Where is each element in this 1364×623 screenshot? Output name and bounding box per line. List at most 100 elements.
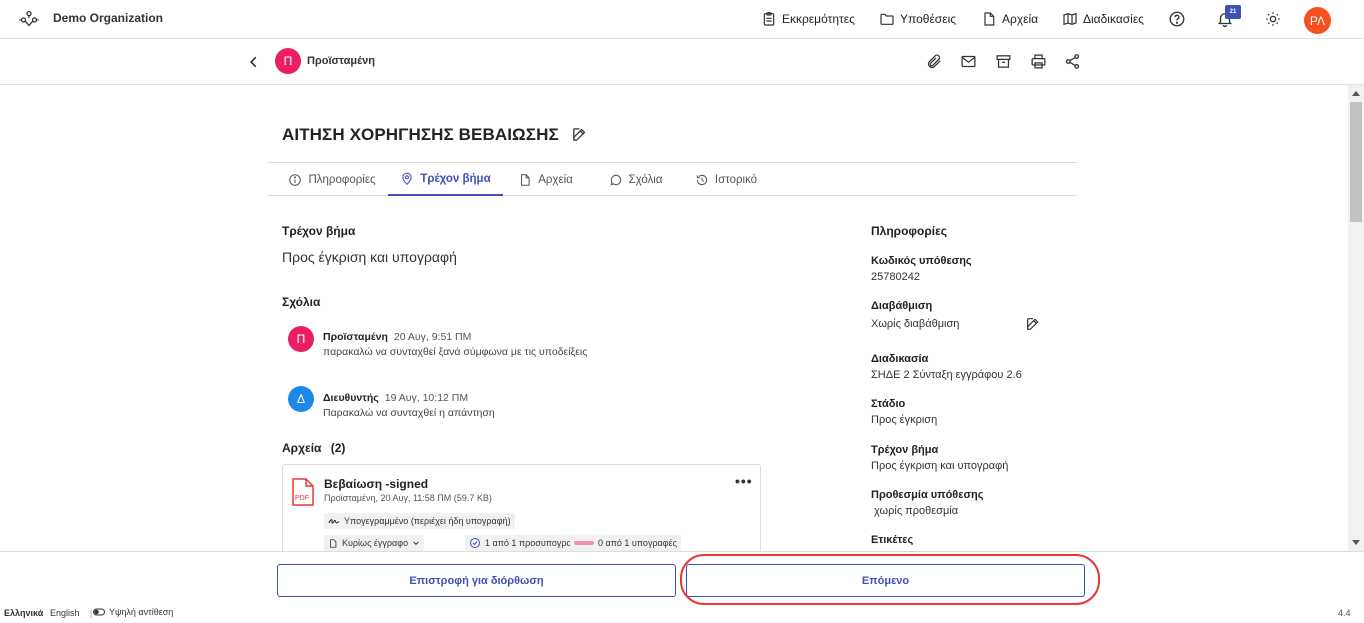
nav-files-label: Αρχεία	[1002, 12, 1039, 26]
file-icon	[521, 173, 530, 186]
case-code-value: 25780242	[871, 271, 920, 283]
toggle-icon	[93, 608, 105, 616]
tab-current-step[interactable]: Τρέχον βήμα	[388, 163, 503, 196]
deadline-value: χωρίς προθεσμία	[871, 505, 959, 517]
assignee-avatar: Π	[275, 48, 301, 74]
tab-info-label: Πληροφορίες	[308, 173, 376, 186]
comments-heading: Σχόλια	[282, 295, 321, 309]
document-type-select[interactable]: Κυρίως έγγραφο	[324, 535, 425, 551]
organization-logo-icon[interactable]	[18, 8, 40, 30]
footer: Ελληνικά English | Υψηλή αντίθεση 4.4	[0, 607, 1364, 623]
main-content: ΑΙΤΗΣΗ ΧΟΡΗΓΗΣΗΣ ΒΕΒΑΙΩΣΗΣ Πληροφορίες Τ…	[0, 85, 1348, 551]
sun-theme-icon[interactable]	[1264, 10, 1282, 28]
location-pin-icon	[402, 172, 412, 185]
signed-status-label: Υπογεγραμμένο (περιέχει ήδη υπογραφή)	[344, 516, 511, 526]
share-icon[interactable]	[1064, 53, 1081, 70]
next-button[interactable]: Επόμενο	[686, 564, 1085, 597]
nav-pending-label: Εκκρεμότητες	[782, 12, 855, 26]
map-icon	[1063, 12, 1077, 26]
comment-text: παρακαλώ να συνταχθεί ξανά σύμφωνα με τι…	[323, 346, 588, 358]
organization-name[interactable]: Demo Organization	[53, 11, 163, 25]
pdf-file-icon: PDF	[292, 478, 314, 506]
info-heading: Πληροφορίες	[871, 224, 948, 238]
tab-history-label: Ιστορικό	[714, 173, 758, 186]
info-circle-icon	[289, 173, 302, 186]
file-name[interactable]: Βεβαίωση -signed	[324, 477, 428, 491]
comment-header: Προϊσταμένη 20 Αυγ, 9:51 ΠΜ	[323, 331, 471, 343]
nav-procedures[interactable]: Διαδικασίες	[1062, 11, 1144, 27]
signature-icon	[328, 519, 340, 524]
app-version: 4.4	[1338, 608, 1351, 618]
file-icon	[984, 12, 995, 26]
document-type-label: Κυρίως έγγραφο	[342, 538, 409, 548]
folder-icon	[880, 13, 894, 25]
classification-value: Χωρίς διαβάθμιση	[871, 318, 960, 330]
archive-icon[interactable]	[995, 53, 1012, 70]
language-greek-link[interactable]: Ελληνικά	[4, 608, 43, 618]
file-meta: Προϊσταμένη, 20 Αυγ, 11:58 ΠΜ (59.7 KB)	[324, 493, 492, 503]
current-step-info-value: Προς έγκριση και υπογραφή	[871, 460, 1009, 472]
comment-avatar: Δ	[288, 386, 314, 412]
back-arrow-icon[interactable]	[247, 55, 261, 69]
high-contrast-label: Υψηλή αντίθεση	[109, 607, 174, 617]
language-english-link[interactable]: English	[50, 608, 80, 618]
files-heading: Αρχεία (2)	[282, 441, 345, 455]
procedure-value: ΣΗΔΕ 2 Σύνταξη εγγράφου 2.6	[871, 369, 1022, 381]
files-heading-label: Αρχεία	[282, 441, 322, 455]
pdf-icon-label: PDF	[295, 495, 309, 502]
high-contrast-toggle[interactable]: Υψηλή αντίθεση	[93, 607, 173, 617]
footer-separator: |	[90, 608, 93, 618]
edit-classification-icon[interactable]	[1025, 316, 1041, 332]
comment-text: Παρακαλώ να συνταχθεί η απάντηση	[323, 407, 495, 419]
nav-pending[interactable]: Εκκρεμότητες	[761, 11, 855, 27]
signatures-status-badge: 0 από 1 υπογραφές	[570, 535, 681, 551]
comment-time: 19 Αυγ, 10:12 ΠΜ	[384, 392, 469, 404]
history-icon	[696, 174, 708, 185]
more-options-icon[interactable]: •••	[735, 473, 753, 489]
help-icon[interactable]	[1168, 10, 1186, 28]
current-step-info-label: Τρέχον βήμα	[871, 444, 939, 456]
bottom-action-bar: Επιστροφή για διόρθωση Επόμενο Ελληνικά …	[0, 551, 1364, 622]
scroll-down-arrow-icon[interactable]	[1352, 540, 1360, 545]
tab-comments[interactable]: Σχόλια	[598, 163, 673, 196]
mail-icon[interactable]	[960, 53, 977, 70]
clipboard-icon	[763, 12, 775, 26]
check-badge-icon	[470, 538, 480, 548]
user-avatar[interactable]: ΡΛ	[1304, 7, 1331, 34]
procedure-label: Διαδικασία	[871, 353, 929, 365]
comment-header: Διευθυντής 19 Αυγ, 10:12 ΠΜ	[323, 392, 468, 404]
nav-files[interactable]: Αρχεία	[981, 11, 1038, 27]
comment-author: Διευθυντής	[323, 392, 379, 404]
stage-label: Στάδιο	[871, 398, 906, 410]
assignee-name: Προϊσταμένη	[307, 55, 375, 67]
file-card[interactable]: PDF Βεβαίωση -signed Προϊσταμένη, 20 Αυγ…	[282, 464, 761, 551]
vertical-scrollbar[interactable]	[1348, 85, 1364, 551]
current-step-value: Προς έγκριση και υπογραφή	[282, 249, 457, 265]
edit-title-icon[interactable]	[571, 126, 588, 143]
case-code-label: Κωδικός υπόθεσης	[871, 255, 972, 267]
deadline-label: Προθεσμία υπόθεσης	[871, 489, 984, 501]
nav-cases-label: Υποθέσεις	[900, 12, 957, 26]
scrollbar-thumb[interactable]	[1350, 102, 1362, 222]
nav-cases[interactable]: Υποθέσεις	[879, 11, 956, 27]
classification-label: Διαβάθμιση	[871, 300, 933, 312]
comment-author: Προϊσταμένη	[323, 331, 388, 343]
stage-value: Προς έγκριση	[871, 414, 938, 426]
signatures-status-label: 0 από 1 υπογραφές	[598, 538, 677, 548]
tab-info[interactable]: Πληροφορίες	[276, 163, 388, 196]
nav-procedures-label: Διαδικασίες	[1083, 12, 1144, 26]
comment-time: 20 Αυγ, 9:51 ΠΜ	[393, 331, 472, 343]
comment-avatar: Π	[288, 326, 314, 352]
tab-history[interactable]: Ιστορικό	[686, 163, 766, 196]
scroll-up-arrow-icon[interactable]	[1352, 91, 1360, 96]
tab-files-label: Αρχεία	[538, 173, 573, 186]
return-for-correction-button[interactable]: Επιστροφή για διόρθωση	[277, 564, 676, 597]
current-step-heading: Τρέχον βήμα	[282, 224, 356, 238]
attachment-icon[interactable]	[926, 53, 943, 70]
print-icon[interactable]	[1030, 53, 1047, 70]
tab-files[interactable]: Αρχεία	[508, 163, 583, 196]
chevron-down-icon	[413, 541, 419, 546]
tags-label: Ετικέτες	[871, 534, 914, 546]
document-title: ΑΙΤΗΣΗ ΧΟΡΗΓΗΣΗΣ ΒΕΒΑΙΩΣΗΣ	[282, 125, 559, 144]
top-bar: Demo Organization Εκκρεμότητες Υποθέσεις…	[0, 0, 1364, 39]
